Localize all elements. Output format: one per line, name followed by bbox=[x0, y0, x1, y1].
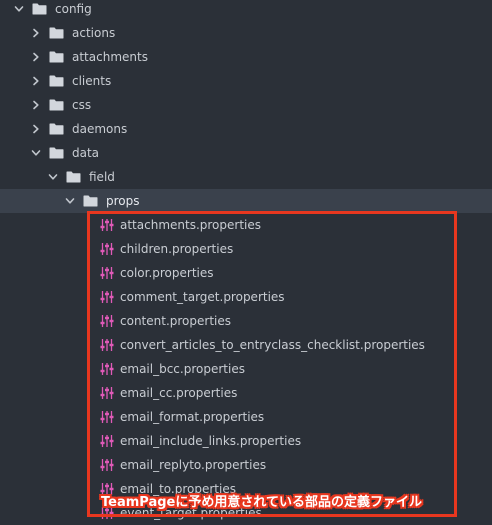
tree-folder-daemons[interactable]: daemons bbox=[0, 117, 492, 141]
tree-file-item[interactable]: email_cc.properties bbox=[0, 381, 492, 405]
properties-file-icon bbox=[100, 338, 114, 352]
tree-item-label: daemons bbox=[72, 122, 128, 136]
tree-item-label: field bbox=[89, 170, 115, 184]
tree-item-label: attachments bbox=[72, 50, 148, 64]
properties-file-icon bbox=[100, 266, 114, 280]
chevron-right-icon[interactable] bbox=[31, 69, 41, 93]
tree-item-label: email_replyto.properties bbox=[120, 458, 267, 472]
tree-item-label: data bbox=[72, 146, 100, 160]
chevron-down-icon[interactable] bbox=[48, 165, 58, 189]
tree-folder-field[interactable]: field bbox=[0, 165, 492, 189]
tree-item-label: actions bbox=[72, 26, 116, 40]
annotation-caption: TeamPageに予め用意されている部品の定義ファイル bbox=[101, 495, 422, 510]
chevron-down-icon[interactable] bbox=[31, 141, 41, 165]
tree-file-item[interactable]: email_replyto.properties bbox=[0, 453, 492, 477]
tree-item-label: clients bbox=[72, 74, 112, 88]
chevron-right-icon[interactable] bbox=[31, 117, 41, 141]
chevron-down-icon[interactable] bbox=[65, 189, 75, 213]
tree-file-item[interactable]: content.properties bbox=[0, 309, 492, 333]
tree-item-label: email_bcc.properties bbox=[120, 362, 245, 376]
tree-file-item[interactable]: attachments.properties bbox=[0, 213, 492, 237]
tree-item-label: attachments.properties bbox=[120, 218, 262, 232]
properties-file-icon bbox=[100, 386, 114, 400]
tree-file-item[interactable]: email_bcc.properties bbox=[0, 357, 492, 381]
properties-file-icon bbox=[100, 314, 114, 328]
tree-folder-clients[interactable]: clients bbox=[0, 69, 492, 93]
tree-file-item[interactable]: comment_target.properties bbox=[0, 285, 492, 309]
properties-file-icon bbox=[100, 218, 114, 232]
folder-icon bbox=[49, 27, 64, 39]
tree-folder-config[interactable]: config bbox=[0, 0, 492, 21]
tree-item-label: color.properties bbox=[120, 266, 214, 280]
tree-item-label: children.properties bbox=[120, 242, 234, 256]
tree-file-item[interactable]: color.properties bbox=[0, 261, 492, 285]
tree-folder-actions[interactable]: actions bbox=[0, 21, 492, 45]
properties-file-icon bbox=[100, 290, 114, 304]
folder-icon bbox=[49, 147, 64, 159]
tree-item-label: comment_target.properties bbox=[120, 290, 285, 304]
properties-file-icon bbox=[100, 434, 114, 448]
folder-icon bbox=[49, 75, 64, 87]
chevron-right-icon[interactable] bbox=[31, 93, 41, 117]
folder-icon bbox=[49, 123, 64, 135]
properties-file-icon bbox=[100, 458, 114, 472]
tree-file-item[interactable]: children.properties bbox=[0, 237, 492, 261]
properties-file-icon bbox=[100, 242, 114, 256]
tree-item-label: content.properties bbox=[120, 314, 231, 328]
chevron-right-icon[interactable] bbox=[31, 45, 41, 69]
folder-icon bbox=[66, 171, 81, 183]
file-tree: config actions attachments clients css daemon… bbox=[0, 0, 492, 523]
tree-item-label: config bbox=[55, 2, 92, 16]
folder-icon bbox=[49, 99, 64, 111]
tree-folder-props[interactable]: props bbox=[0, 189, 492, 213]
folder-icon bbox=[32, 3, 47, 15]
tree-file-item[interactable]: email_include_links.properties bbox=[0, 429, 492, 453]
properties-file-icon bbox=[100, 410, 114, 424]
tree-folder-data[interactable]: data bbox=[0, 141, 492, 165]
tree-item-label: props bbox=[106, 194, 140, 208]
tree-folder-attachments[interactable]: attachments bbox=[0, 45, 492, 69]
tree-folder-css[interactable]: css bbox=[0, 93, 492, 117]
tree-file-item[interactable]: convert_articles_to_entryclass_checklist… bbox=[0, 333, 492, 357]
tree-item-label: css bbox=[72, 98, 92, 112]
properties-file-icon bbox=[100, 362, 114, 376]
tree-item-label: email_include_links.properties bbox=[120, 434, 302, 448]
tree-file-item[interactable]: email_format.properties bbox=[0, 405, 492, 429]
tree-item-label: email_format.properties bbox=[120, 410, 265, 424]
folder-icon bbox=[49, 51, 64, 63]
tree-item-label: convert_articles_to_entryclass_checklist… bbox=[120, 338, 425, 352]
chevron-down-icon[interactable] bbox=[14, 0, 24, 21]
folder-icon bbox=[83, 195, 98, 207]
chevron-right-icon[interactable] bbox=[31, 21, 41, 45]
tree-item-label: email_cc.properties bbox=[120, 386, 238, 400]
